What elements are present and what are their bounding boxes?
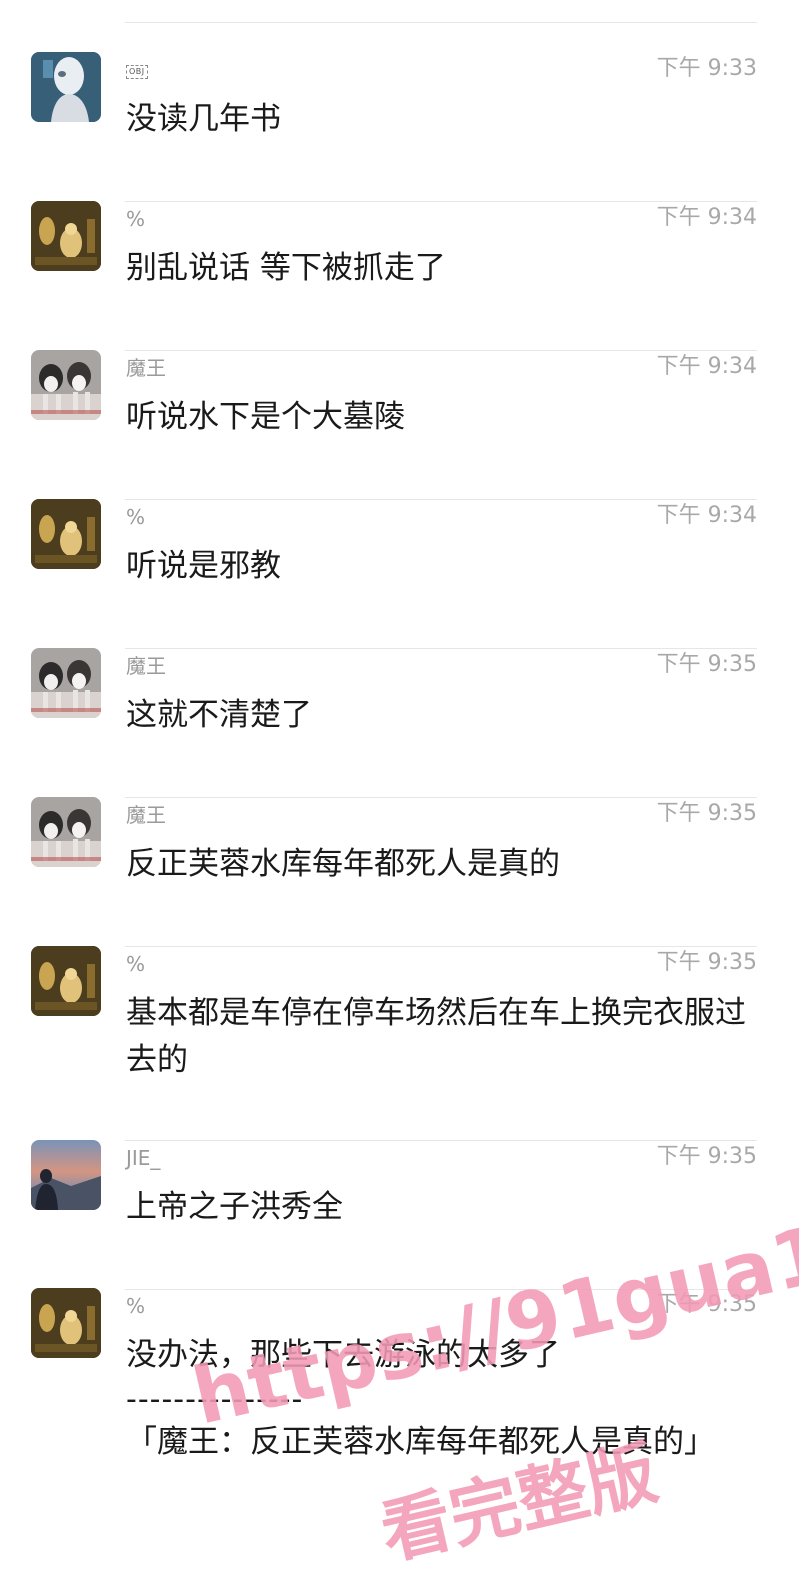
quote-separator: --------------- — [126, 1382, 304, 1417]
message-divider — [125, 1140, 757, 1141]
message-body: 基本都是车停在停车场然后在车上换完衣服过去的 — [126, 995, 746, 1078]
sender-name[interactable]: % — [126, 207, 145, 231]
avatar[interactable] — [31, 648, 101, 718]
avatar[interactable] — [31, 201, 101, 271]
message-text[interactable]: 听说是邪教 — [126, 543, 756, 590]
sender-name[interactable]: JIE_ — [126, 1146, 160, 1170]
message-text[interactable]: 基本都是车停在停车场然后在车上换完衣服过去的 — [126, 990, 756, 1084]
message-divider — [125, 499, 757, 500]
message-body: 上帝之子洪秀全 — [126, 1189, 343, 1225]
message-divider — [125, 1289, 757, 1290]
message-divider — [125, 201, 757, 202]
message-text[interactable]: 没读几年书 — [126, 96, 756, 143]
top-divider — [125, 22, 757, 23]
sender-name[interactable]: 魔王 — [126, 356, 166, 380]
sender-name[interactable]: % — [126, 1294, 145, 1318]
message-text[interactable]: 别乱说话 等下被抓走了 — [126, 245, 756, 292]
message-time: 下午 9:35 — [656, 950, 757, 975]
sender-name[interactable]: OBJ — [126, 58, 148, 82]
message-text[interactable]: 这就不清楚了 — [126, 692, 756, 739]
avatar[interactable] — [31, 350, 101, 420]
message-divider — [125, 946, 757, 947]
message-body: 别乱说话 等下被抓走了 — [126, 250, 446, 286]
message-time: 下午 9:35 — [656, 1144, 757, 1169]
message-time: 下午 9:34 — [656, 205, 757, 230]
message-time: 下午 9:35 — [656, 801, 757, 826]
message-time: 下午 9:34 — [656, 503, 757, 528]
message-text[interactable]: 听说水下是个大墓陵 — [126, 394, 756, 441]
message-time: 下午 9:35 — [656, 1292, 757, 1317]
message-body: 听说是邪教 — [126, 548, 281, 584]
message-divider — [125, 797, 757, 798]
avatar[interactable] — [31, 52, 101, 122]
sender-name[interactable]: 魔王 — [126, 803, 166, 827]
message-body: 这就不清楚了 — [126, 697, 312, 733]
sender-name[interactable]: % — [126, 505, 145, 529]
message-divider — [125, 350, 757, 351]
avatar[interactable] — [31, 1288, 101, 1358]
object-placeholder-icon: OBJ — [126, 64, 148, 79]
avatar[interactable] — [31, 1140, 101, 1210]
message-divider — [125, 648, 757, 649]
sender-name[interactable]: 魔王 — [126, 654, 166, 678]
sender-name[interactable]: % — [126, 952, 145, 976]
avatar[interactable] — [31, 797, 101, 867]
avatar[interactable] — [31, 499, 101, 569]
message-time: 下午 9:34 — [656, 354, 757, 379]
message-body: 反正芙蓉水库每年都死人是真的 — [126, 846, 560, 882]
message-body: 没办法，那些下去游泳的太多了 — [126, 1337, 560, 1373]
message-body: 听说水下是个大墓陵 — [126, 399, 405, 435]
message-body: 没读几年书 — [126, 101, 281, 137]
avatar[interactable] — [31, 946, 101, 1016]
message-time: 下午 9:33 — [656, 56, 757, 81]
quoted-message[interactable]: 「魔王：反正芙蓉水库每年都死人是真的」 — [126, 1419, 756, 1466]
message-text[interactable]: 没办法，那些下去游泳的太多了 --------------- 「魔王：反正芙蓉水库每… — [126, 1332, 756, 1466]
message-time: 下午 9:35 — [656, 652, 757, 677]
message-text[interactable]: 上帝之子洪秀全 — [126, 1184, 756, 1231]
message-text[interactable]: 反正芙蓉水库每年都死人是真的 — [126, 841, 756, 888]
